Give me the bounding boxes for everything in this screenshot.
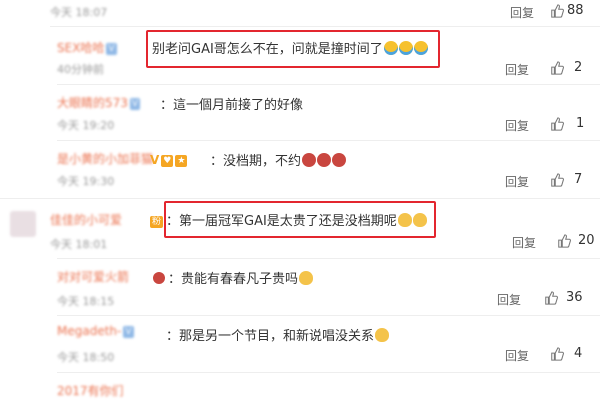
comment-1-time: 40分钟前: [57, 63, 104, 76]
like-button[interactable]: [550, 116, 564, 135]
reply-button[interactable]: 回复: [505, 173, 529, 190]
cat-emoji-icon: [412, 213, 427, 227]
divider: [57, 315, 600, 316]
like-count: 20: [578, 233, 595, 248]
verified-badges: V ♥ ★: [148, 149, 188, 168]
angry-emoji-icon: [317, 153, 332, 167]
like-count: 7: [574, 172, 583, 187]
like-button[interactable]: [544, 290, 558, 309]
laugh-emoji-icon: [398, 41, 413, 55]
comment-0-time: 今天 18:07: [50, 6, 108, 19]
comment-6-nickname[interactable]: Megadeth- V: [57, 324, 134, 338]
reply-button[interactable]: 回复: [510, 4, 534, 21]
like-count: 36: [566, 290, 583, 305]
crown-badge-icon: [153, 272, 165, 284]
comment-4-text: ：第一届冠军GAI是太贵了还是没档期呢: [166, 210, 427, 229]
comment-3-text: ：没档期，不约: [210, 150, 347, 169]
angry-emoji-icon: [332, 153, 347, 167]
laugh-emoji-icon: [383, 41, 398, 55]
thumbs-up-icon: [551, 4, 564, 18]
vip-badge: V: [129, 98, 141, 110]
fan-badge: ★: [175, 155, 188, 167]
reply-button[interactable]: 回复: [497, 291, 521, 308]
comment-2-text: ：這一個月前接了的好像: [160, 98, 304, 113]
comment-1-text: 别老问GAI哥怎么不在，问就是撞时间了: [152, 38, 428, 57]
comment-3-nickname[interactable]: 是小黄的小加菲猫: [57, 150, 153, 167]
thumbs-up-icon: [545, 291, 558, 305]
verified-v-icon: V: [150, 153, 160, 167]
vip-badge: V: [123, 326, 134, 338]
comment-2-nickname[interactable]: 大眼睛的573 V: [57, 94, 141, 111]
divider: [50, 26, 600, 27]
cat-emoji-icon: [299, 271, 314, 285]
divider: [0, 198, 600, 199]
like-button[interactable]: [550, 346, 564, 365]
divider: [57, 258, 600, 259]
thumbs-up-icon: [551, 173, 564, 187]
comment-3-time: 今天 19:30: [57, 175, 115, 188]
comment-5-nickname[interactable]: 对对可爱火箭: [57, 268, 129, 285]
like-count: 88: [567, 3, 584, 18]
vip-badge: V: [106, 43, 117, 55]
reply-button[interactable]: 回复: [505, 347, 529, 364]
avatar[interactable]: [10, 211, 36, 237]
thumbs-up-icon: [558, 234, 571, 248]
like-button[interactable]: [550, 172, 564, 191]
divider: [57, 372, 600, 373]
fan-badge-wrap: [152, 267, 165, 286]
fan-badge: 粉: [150, 216, 164, 228]
like-button[interactable]: [557, 233, 571, 252]
cat-emoji-icon: [375, 328, 390, 342]
comment-7-nickname[interactable]: 2017有你们: [57, 382, 124, 399]
like-count: 1: [576, 116, 585, 131]
comment-5-time: 今天 18:15: [57, 295, 115, 308]
fan-badge: ♥: [161, 155, 174, 167]
cat-emoji-icon: [397, 213, 412, 227]
comment-1-nickname[interactable]: SEX哈哈 V: [57, 39, 117, 56]
comment-6-time: 今天 18:50: [57, 351, 115, 364]
angry-emoji-icon: [302, 153, 317, 167]
fan-badge-wrap: 粉: [148, 210, 164, 229]
like-button[interactable]: [550, 60, 564, 79]
like-button[interactable]: [550, 3, 564, 22]
divider: [57, 84, 600, 85]
comment-2-time: 今天 19:20: [57, 119, 115, 132]
like-count: 2: [574, 60, 583, 75]
reply-button[interactable]: 回复: [505, 61, 529, 78]
comment-5-text: ：贵能有春春凡子贵吗: [168, 268, 314, 287]
divider: [57, 140, 600, 141]
reply-button[interactable]: 回复: [505, 117, 529, 134]
like-count: 4: [574, 346, 583, 361]
thumbs-up-icon: [551, 117, 564, 131]
thumbs-up-icon: [551, 61, 564, 75]
comment-4-nickname[interactable]: 佳佳的小可爱: [50, 211, 122, 228]
comment-4-time: 今天 18:01: [50, 238, 108, 251]
laugh-emoji-icon: [413, 41, 428, 55]
thumbs-up-icon: [551, 347, 564, 361]
comment-6-text: ：那是另一个节目，和新说唱没关系: [166, 325, 390, 344]
reply-button[interactable]: 回复: [512, 234, 536, 251]
